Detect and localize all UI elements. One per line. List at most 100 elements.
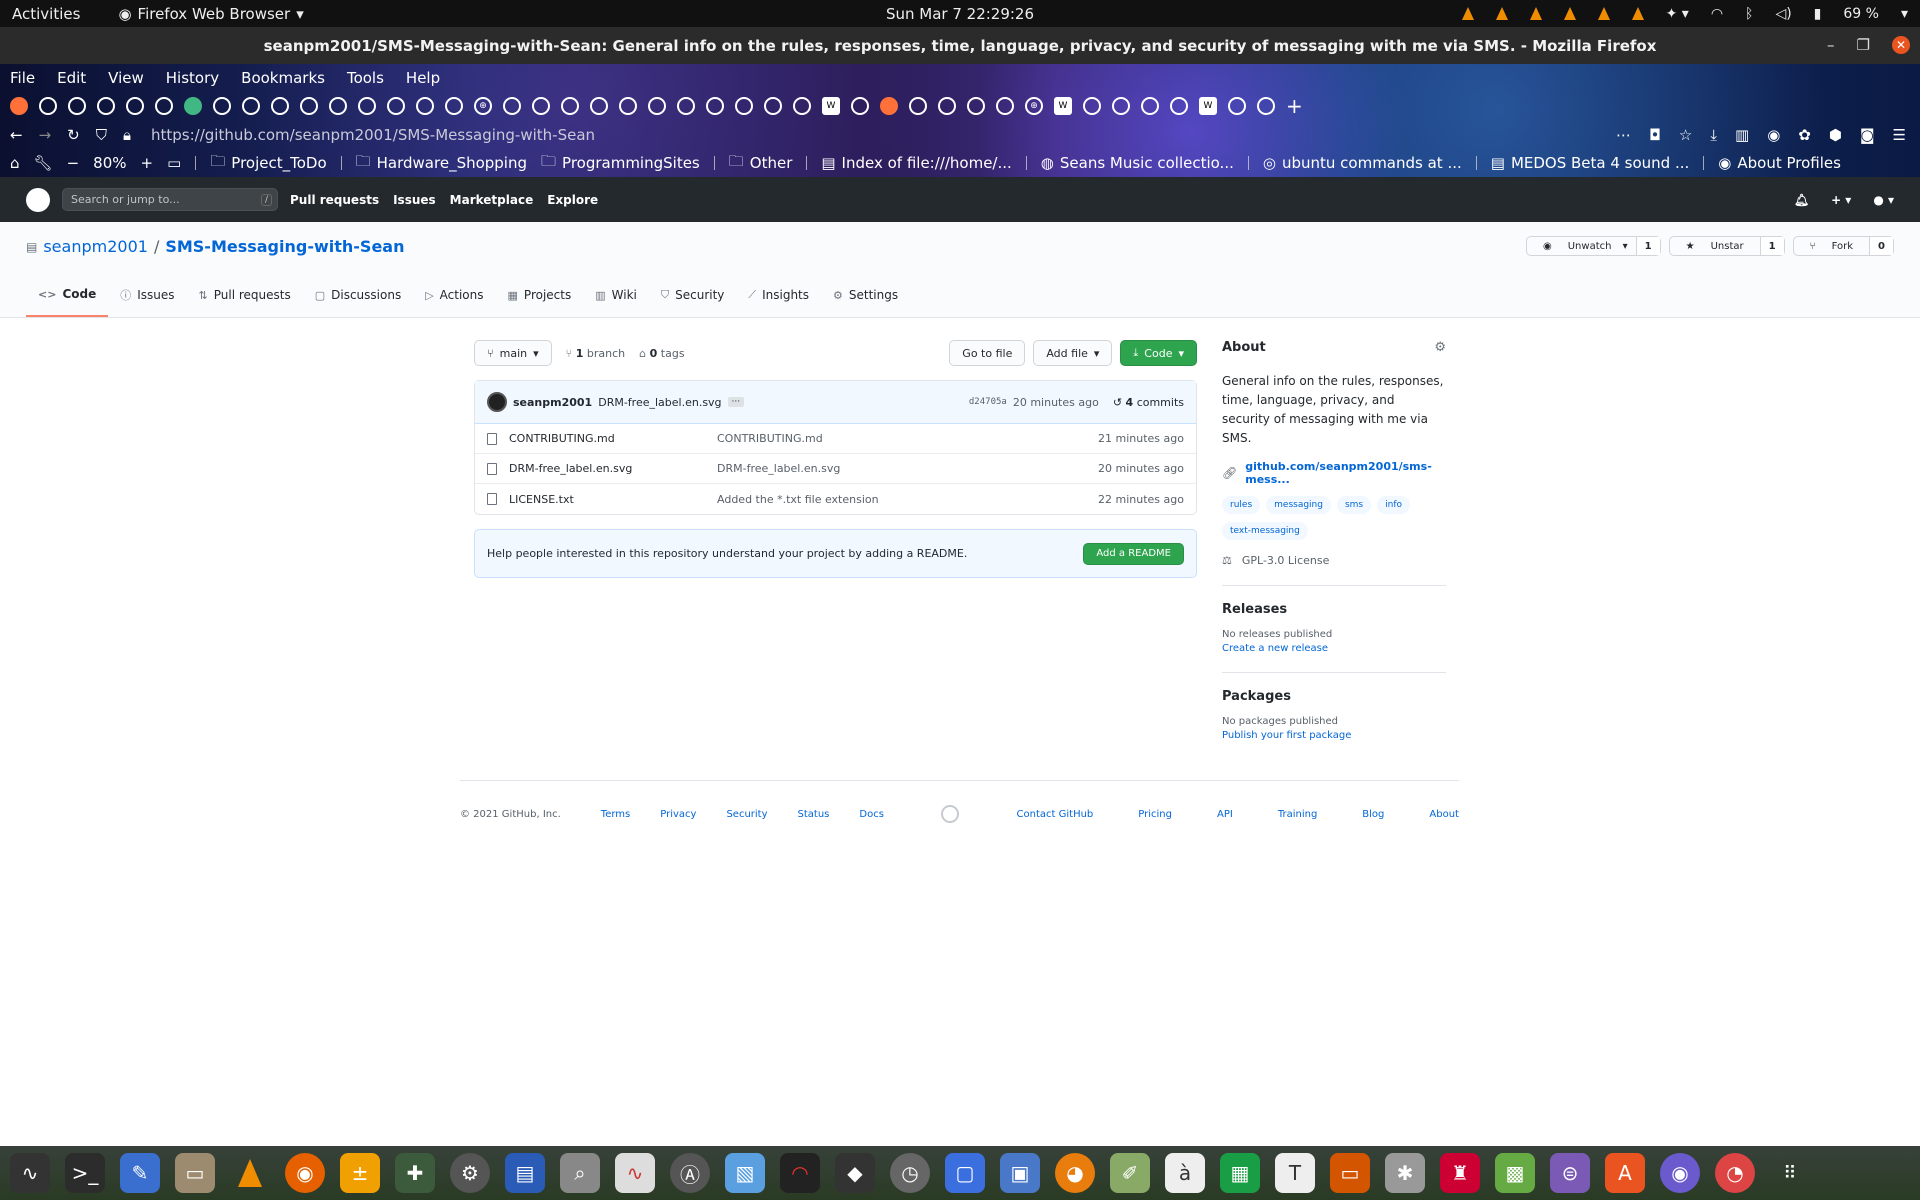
browser-tab-github-icon[interactable] [648,97,666,115]
browser-tab-github-icon[interactable] [532,97,550,115]
footer-link-api[interactable]: API [1217,809,1233,820]
puzzle-icon[interactable]: ✚ [395,1153,435,1193]
bookmark-item[interactable]: ◎ ubuntu commands at ... [1263,154,1462,172]
browser-tab-github-icon[interactable] [793,97,811,115]
browser-tab-github-icon[interactable] [1141,97,1159,115]
mario-icon[interactable]: ♜ [1440,1153,1480,1193]
extension-icon[interactable]: ✿ [1798,126,1811,144]
expand-commit-icon[interactable]: ··· [727,397,745,407]
fork-button[interactable]: ⑂ Fork 0 [1792,236,1894,256]
tab-issues[interactable]: ⓘ Issues [108,287,186,317]
power-menu-icon[interactable]: ▾ [1901,6,1908,22]
inkscape-icon[interactable]: ◆ [835,1153,875,1193]
bookmark-folder[interactable]: 🗀︎ Hardware_Shopping [356,151,527,176]
text-editor-icon[interactable]: ✎ [120,1153,160,1193]
browser-tab-cloud-icon[interactable] [39,97,57,115]
forward-icon[interactable]: → [39,126,52,144]
minimize-icon[interactable]: – [1827,36,1835,54]
maximize-icon[interactable]: ❐ [1857,36,1870,54]
pocket-icon[interactable]: ◘ [1649,126,1661,144]
menu-tools[interactable]: Tools [347,69,384,87]
image-viewer-icon[interactable]: ▧ [725,1153,765,1193]
browser-tab-github-icon[interactable] [619,97,637,115]
browser-tab-github-icon[interactable] [155,97,173,115]
footer-link-contact[interactable]: Contact GitHub [1017,809,1094,820]
repo-name-link[interactable]: SMS-Messaging-with-Sean [165,237,404,256]
footer-link-pricing[interactable]: Pricing [1138,809,1172,820]
footer-link-security[interactable]: Security [726,809,767,820]
terminal-icon[interactable]: >_ [65,1153,105,1193]
repo-owner-link[interactable]: seanpm2001 [43,237,148,256]
branches-link[interactable]: ⑂ 1 branch [566,347,626,360]
browser-tab-github-icon[interactable] [503,97,521,115]
sound-recorder-icon[interactable]: ∿ [615,1153,655,1193]
topic-tag[interactable]: text-messaging [1222,522,1308,540]
packages-heading[interactable]: Packages [1222,689,1446,704]
bookmark-item[interactable]: ▤ Index of file:///home/... [821,154,1011,172]
github-extension-icon[interactable]: ◙ [1860,126,1875,144]
bookmark-item[interactable]: ◍ Seans Music collectio... [1041,154,1234,172]
watch-count[interactable]: 1 [1635,237,1660,255]
accessibility-icon[interactable]: ✦ ▾ [1666,6,1689,22]
browser-tab-wiki-icon[interactable]: W [1054,97,1072,115]
back-icon[interactable]: ← [10,126,23,144]
browser-tab-firefox-icon[interactable] [10,97,28,115]
avatar[interactable] [487,392,507,412]
add-readme-button[interactable]: Add a README [1083,542,1184,565]
tab-discussions[interactable]: ▢ Discussions [303,287,413,317]
calculator-icon[interactable]: ± [340,1153,380,1193]
footer-link-training[interactable]: Training [1278,809,1317,820]
footer-link-blog[interactable]: Blog [1362,809,1384,820]
topic-tag[interactable]: sms [1336,496,1372,514]
header-nav-issues[interactable]: Issues [393,193,436,207]
show-apps-icon[interactable]: ⠿ [1770,1153,1810,1193]
tab-projects[interactable]: ▦ Projects [496,287,584,317]
spreadsheet-icon[interactable]: ▦ [1220,1153,1260,1193]
browser-tab-github-icon[interactable] [445,97,463,115]
app-menu[interactable]: ◉ Firefox Web Browser ▾ [118,5,303,23]
browser-tab-github-icon[interactable] [1228,97,1246,115]
browser-tab-github-icon[interactable] [735,97,753,115]
tab-code[interactable]: <> Code [26,287,109,317]
hamburger-menu-icon[interactable]: ☰ [1893,126,1906,144]
zoom-level[interactable]: 80% [93,154,126,172]
browser-tab-github-icon[interactable] [1112,97,1130,115]
close-icon[interactable]: ✕ [1892,36,1910,54]
browser-tab-github-icon[interactable] [909,97,927,115]
browser-tab-github-icon[interactable] [68,97,86,115]
footer-link-docs[interactable]: Docs [859,809,884,820]
releases-heading[interactable]: Releases [1222,602,1446,617]
reload-icon[interactable]: ↻ [67,126,80,144]
avatar[interactable]: ● ▾ [1873,193,1894,207]
account-icon[interactable]: ◉ [1767,126,1780,144]
menu-file[interactable]: File [10,69,35,87]
tags-link[interactable]: ⌂ 0 tags [639,347,684,360]
presentation-icon[interactable]: ▭ [1330,1153,1370,1193]
commits-link[interactable]: ↺ 4 commits [1113,396,1184,409]
commit-author[interactable]: seanpm2001 [513,396,592,409]
code-button[interactable]: ⤓ Code ▾ [1120,340,1197,366]
fork-count[interactable]: 0 [1869,237,1893,255]
browser-tab-github-icon[interactable] [996,97,1014,115]
header-nav-explore[interactable]: Explore [547,193,598,207]
go-to-file-button[interactable]: Go to file [949,340,1026,366]
bookmark-item[interactable]: ◉ About Profiles [1718,154,1841,172]
zoom-out-icon[interactable]: − [67,154,80,172]
create-release-link[interactable]: Create a new release [1222,643,1446,654]
screenshot-icon[interactable]: ▢ [945,1153,985,1193]
document-icon[interactable]: ▤ [505,1153,545,1193]
file-name-link[interactable]: LICENSE.txt [509,493,717,506]
bell-icon[interactable]: 🔔︎ [1794,193,1809,207]
star-button[interactable]: ★ Unstar 1 [1668,236,1785,256]
add-file-button[interactable]: Add file ▾ [1033,340,1113,366]
menu-view[interactable]: View [108,69,144,87]
license-link[interactable]: GPL-3.0 License [1242,554,1330,567]
wifi-icon[interactable]: ◠ [1711,6,1723,22]
home-icon[interactable]: ⌂ [10,154,20,172]
watch-button[interactable]: ◉ Unwatch ▾ 1 [1526,236,1661,256]
branch-selector[interactable]: ⑂ main ▾ [474,340,552,366]
footer-link-about[interactable]: About [1429,809,1459,820]
tab-actions[interactable]: ▷ Actions [413,287,495,317]
menu-edit[interactable]: Edit [57,69,86,87]
vlc-icon[interactable] [1631,7,1644,20]
